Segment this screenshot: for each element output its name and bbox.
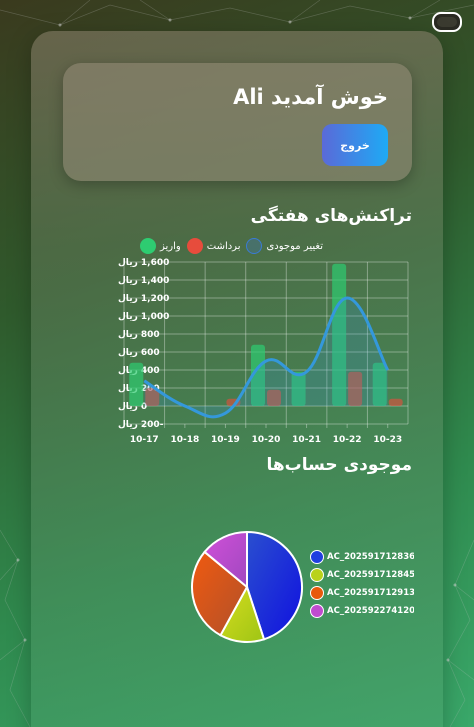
x-tick-label: 10-21 <box>292 435 321 445</box>
y-tick-label: 1,600 ریال <box>118 258 169 268</box>
pie-legend-item[interactable]: AC_20259171291320 <box>310 584 414 602</box>
theme-toggle[interactable] <box>432 12 462 32</box>
pie-legend-swatch <box>310 568 324 582</box>
legend-label-deposit: واریز <box>160 240 181 252</box>
pie-legend: AC_20259171283650 AC_20259171284594 AC_202… <box>310 548 414 620</box>
x-tick-label: 10-18 <box>170 435 199 445</box>
pie-legend-label: AC_20259171283650 <box>327 552 414 562</box>
bar-withdraw <box>388 398 403 406</box>
pie-legend-item[interactable]: AC_20259227412031 <box>310 602 414 620</box>
y-tick-label: 600 ریال <box>118 348 160 358</box>
pie-legend-label: AC_20259171291320 <box>327 588 414 598</box>
welcome-panel: خوش آمدید Ali خروج <box>63 63 412 181</box>
x-tick-label: 10-17 <box>130 435 159 445</box>
weekly-transactions-title: تراکنش‌های هفتگی <box>250 206 412 226</box>
y-tick-label: 1,400 ریال <box>118 276 169 286</box>
legend-label-balance-change: تغییر موجودی <box>266 240 323 252</box>
x-tick-label: 10-20 <box>252 435 281 445</box>
x-tick-label: 10-19 <box>211 435 240 445</box>
x-tick-label: 10-22 <box>333 435 362 445</box>
y-tick-label: 1,200 ریال <box>118 294 169 304</box>
pie-legend-item[interactable]: AC_20259171284594 <box>310 566 414 584</box>
y-tick-label: 800 ریال <box>118 330 160 340</box>
bar-deposit <box>129 362 144 406</box>
pie-legend-label: AC_20259227412031 <box>327 606 414 616</box>
account-balances-pie-chart <box>191 530 303 643</box>
pie-legend-swatch <box>310 604 324 618</box>
pie-legend-item[interactable]: AC_20259171283650 <box>310 548 414 566</box>
welcome-title: خوش آمدید Ali <box>233 85 388 109</box>
weekly-transactions-chart: 1,600 ریال 1,400 ریال 1,200 ریال 1,000 ریال… <box>118 258 409 445</box>
pie-legend-swatch <box>310 550 324 564</box>
pie-legend-label: AC_20259171284594 <box>327 570 414 580</box>
pie-legend-swatch <box>310 586 324 600</box>
y-tick-label: -200 ریال <box>118 420 164 430</box>
account-balances-title: موجودی حساب‌ها <box>266 455 412 475</box>
x-tick-label: 10-23 <box>373 435 402 445</box>
y-tick-label: 1,000 ریال <box>118 312 169 322</box>
logout-button[interactable]: خروج <box>322 124 388 166</box>
legend-label-withdraw: برداشت <box>206 240 241 252</box>
